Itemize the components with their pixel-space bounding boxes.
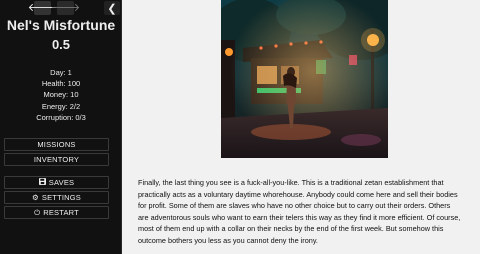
chevron-left-icon: ❮ xyxy=(107,2,117,15)
stat-corruption: Corruption: 0/3 xyxy=(36,112,86,122)
missions-label: MISSIONS xyxy=(37,140,76,149)
power-icon: ⏻ xyxy=(34,207,41,217)
saves-button[interactable]: SAVES xyxy=(4,176,109,189)
restart-button[interactable]: ⏻ RESTART xyxy=(4,206,109,219)
inventory-label: INVENTORY xyxy=(33,155,80,164)
restart-label: RESTART xyxy=(43,208,79,217)
passage-area: Finally, the last thing you see is a fuc… xyxy=(123,0,480,254)
stats-panel: Day: 1 Health: 100 Money: 10 Energy: 2/2… xyxy=(0,67,122,123)
stat-energy: Energy: 2/2 xyxy=(41,101,81,111)
stat-money: Money: 10 xyxy=(43,90,79,100)
story-title: Nel's Misfortune xyxy=(6,17,116,33)
gear-icon: ⚙ xyxy=(31,193,39,202)
arrow-right-icon: 🡒 xyxy=(50,1,81,14)
save-icon xyxy=(38,178,46,187)
missions-button[interactable]: MISSIONS xyxy=(4,138,109,151)
inventory-button[interactable]: INVENTORY xyxy=(4,153,109,166)
saves-label: SAVES xyxy=(48,178,75,187)
story-sidebar: 🡐 🡒 ❮ Nel's Misfortune 0.5 Day: 1 Health… xyxy=(0,0,122,254)
settings-label: SETTINGS xyxy=(41,193,82,202)
story-version: 0.5 xyxy=(51,37,71,52)
sidebar-toggle-button[interactable]: ❮ xyxy=(104,1,120,15)
stat-health: Health: 100 xyxy=(41,79,81,89)
settings-button[interactable]: ⚙ SETTINGS xyxy=(4,191,109,204)
stat-day: Day: 1 xyxy=(50,68,72,77)
scene-image xyxy=(221,0,388,158)
history-forward-button[interactable]: 🡒 xyxy=(51,1,80,15)
history-back-button[interactable]: 🡐 xyxy=(28,1,57,15)
passage-text: Finally, the last thing you see is a fuc… xyxy=(138,178,461,245)
